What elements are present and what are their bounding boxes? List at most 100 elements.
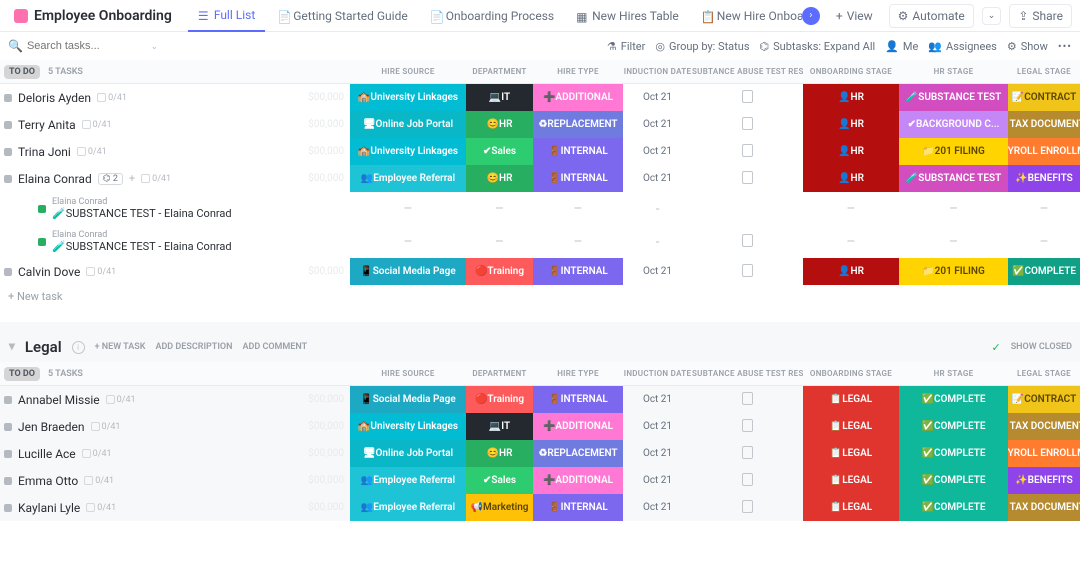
tab-onboarding-process[interactable]: 📄Onboarding Process — [420, 0, 564, 32]
department-badge[interactable]: ✔Sales — [466, 467, 533, 494]
hire-type-badge[interactable]: ➕ADDITIONAL — [533, 467, 623, 494]
hire-source-badge[interactable]: 👥Employee Referral — [350, 165, 466, 192]
status-dot[interactable] — [4, 504, 12, 512]
induction-date[interactable]: Oct 21 — [623, 502, 692, 513]
more-menu[interactable]: ••• — [1058, 40, 1072, 53]
hire-type-badge[interactable]: 🚪INTERNAL — [533, 138, 623, 165]
filter-button[interactable]: ⚗Filter — [607, 40, 645, 53]
add-subtask-button[interactable]: + — [129, 172, 135, 185]
department-badge[interactable]: 🔴Training — [466, 258, 533, 285]
onboarding-stage-badge[interactable]: 📋LEGAL — [803, 440, 899, 467]
department-badge[interactable]: 🔴Training — [466, 386, 533, 413]
department-badge[interactable]: 😊HR — [466, 440, 533, 467]
task-name-cell[interactable]: Emma Otto 0/41 — [0, 474, 250, 488]
hire-type-badge[interactable]: ➕ADDITIONAL — [533, 413, 623, 440]
onboarding-stage-badge[interactable]: 📋LEGAL — [803, 494, 899, 521]
onboarding-stage-badge[interactable]: 👤HR — [803, 138, 899, 165]
substance-test-cell[interactable] — [692, 419, 803, 435]
hire-source-badge[interactable]: 📱Social Media Page — [350, 386, 466, 413]
task-name-cell[interactable]: Jen Braeden 0/41 — [0, 420, 250, 434]
induction-date[interactable]: Oct 21 — [623, 448, 692, 459]
legal-stage-badge[interactable]: ✅COMPLETE — [1008, 258, 1080, 285]
onboarding-stage-badge[interactable]: 📋LEGAL — [803, 413, 899, 440]
subtask-name-cell[interactable]: Elaina Conrad🧪SUBSTANCE TEST - Elaina Co… — [0, 197, 250, 220]
subtask-name-cell[interactable]: Elaina Conrad🧪SUBSTANCE TEST - Elaina Co… — [0, 230, 250, 253]
search-input[interactable] — [27, 37, 147, 55]
group-by-button[interactable]: ◎Group by: Status — [655, 40, 749, 53]
info-icon[interactable]: i — [72, 341, 85, 354]
show-button[interactable]: ⚙Show — [1007, 40, 1048, 53]
department-badge[interactable]: ✔Sales — [466, 138, 533, 165]
task-name-cell[interactable]: Annabel Missie 0/41 — [0, 393, 250, 407]
legal-stage-badge[interactable]: 💲PAYROLL ENROLLMENT — [1008, 440, 1080, 467]
department-badge[interactable]: 😊HR — [466, 111, 533, 138]
hire-type-badge[interactable]: ♻REPLACEMENT — [533, 111, 623, 138]
add-view-button[interactable]: +View — [828, 5, 881, 27]
hr-stage-badge[interactable]: 🧪SUBSTANCE TEST — [899, 165, 1008, 192]
onboarding-stage-badge[interactable]: 👤HR — [803, 165, 899, 192]
legal-stage-badge[interactable]: ✨BENEFITS — [1008, 165, 1080, 192]
hr-stage-badge[interactable]: 🧪SUBSTANCE TEST — [899, 84, 1008, 111]
legal-stage-badge[interactable]: 💲PAYROLL ENROLLMENT — [1008, 138, 1080, 165]
status-dot[interactable] — [38, 205, 46, 213]
hr-stage-badge[interactable]: ✅COMPLETE — [899, 467, 1008, 494]
hr-stage-badge[interactable]: ✅COMPLETE — [899, 386, 1008, 413]
substance-test-cell[interactable] — [692, 473, 803, 489]
subtasks-button[interactable]: ⌬Subtasks: Expand All — [760, 40, 876, 53]
doc-cell[interactable] — [692, 234, 803, 250]
tab-getting-started[interactable]: 📄Getting Started Guide — [267, 0, 417, 32]
induction-date[interactable]: Oct 21 — [623, 173, 692, 184]
status-dot[interactable] — [4, 94, 12, 102]
task-name-cell[interactable]: Deloris Ayden 0/41 — [0, 91, 250, 105]
hire-source-badge[interactable]: 🏫University Linkages — [350, 138, 466, 165]
task-name-cell[interactable]: Trina Joni 0/41 — [0, 145, 250, 159]
hire-type-badge[interactable]: 🚪INTERNAL — [533, 386, 623, 413]
hire-source-badge[interactable]: 🏫University Linkages — [350, 413, 466, 440]
hire-source-badge[interactable]: 👥Employee Referral — [350, 467, 466, 494]
status-dot[interactable] — [4, 396, 12, 404]
substance-test-cell[interactable] — [692, 90, 803, 106]
department-badge[interactable]: 😊HR — [466, 165, 533, 192]
new-task-action[interactable]: + NEW TASK — [95, 342, 146, 352]
induction-date[interactable]: Oct 21 — [623, 266, 692, 277]
status-dot[interactable] — [4, 450, 12, 458]
hr-stage-badge[interactable]: ✅COMPLETE — [899, 494, 1008, 521]
legal-stage-badge[interactable]: 📝CONTRACT — [1008, 386, 1080, 413]
collapse-icon[interactable]: ▶ — [6, 344, 16, 351]
induction-date[interactable]: Oct 21 — [623, 92, 692, 103]
tabs-next-arrow[interactable]: › — [802, 7, 820, 25]
substance-test-cell[interactable] — [692, 446, 803, 462]
substance-test-cell[interactable] — [692, 117, 803, 133]
assignees-button[interactable]: 👥Assignees — [928, 40, 997, 53]
search-dropdown[interactable]: ⌄ — [151, 42, 158, 51]
legal-stage-badge[interactable]: 📄TAX DOCUMENTS — [1008, 111, 1080, 138]
induction-date[interactable]: Oct 21 — [623, 394, 692, 405]
task-name-cell[interactable]: Kaylani Lyle 0/41 — [0, 501, 250, 515]
tab-full-list[interactable]: ☰Full List — [188, 0, 265, 32]
hire-source-badge[interactable]: 🏫University Linkages — [350, 84, 466, 111]
substance-test-cell[interactable] — [692, 171, 803, 187]
department-badge[interactable]: 📢Marketing — [466, 494, 533, 521]
department-badge[interactable]: 💻IT — [466, 413, 533, 440]
onboarding-stage-badge[interactable]: 👤HR — [803, 258, 899, 285]
hire-source-badge[interactable]: 👥Employee Referral — [350, 494, 466, 521]
substance-test-cell[interactable] — [692, 392, 803, 408]
onboarding-stage-badge[interactable]: 📋LEGAL — [803, 386, 899, 413]
hire-type-badge[interactable]: 🚪INTERNAL — [533, 494, 623, 521]
status-dot[interactable] — [4, 423, 12, 431]
task-name-cell[interactable]: Terry Anita 0/41 — [0, 118, 250, 132]
task-name-cell[interactable]: Lucille Ace 0/41 — [0, 447, 250, 461]
subtask-count-pill[interactable]: ⌬ 2 — [98, 173, 123, 185]
substance-test-cell[interactable] — [692, 144, 803, 160]
hire-source-badge[interactable]: 📱Social Media Page — [350, 258, 466, 285]
induction-date[interactable]: Oct 21 — [623, 146, 692, 157]
show-closed-action[interactable]: SHOW CLOSED — [1011, 342, 1072, 352]
status-dot[interactable] — [4, 148, 12, 156]
induction-date[interactable]: Oct 21 — [623, 119, 692, 130]
share-button[interactable]: ⇪Share — [1009, 4, 1072, 28]
status-pill[interactable]: TO DO — [4, 367, 40, 381]
hire-source-badge[interactable]: 🖥Online Job Portal — [350, 440, 466, 467]
legal-stage-badge[interactable]: 📄TAX DOCUMENTS — [1008, 494, 1080, 521]
status-dot[interactable] — [4, 121, 12, 129]
hr-stage-badge[interactable]: ✔BACKGROUND C... — [899, 111, 1008, 138]
